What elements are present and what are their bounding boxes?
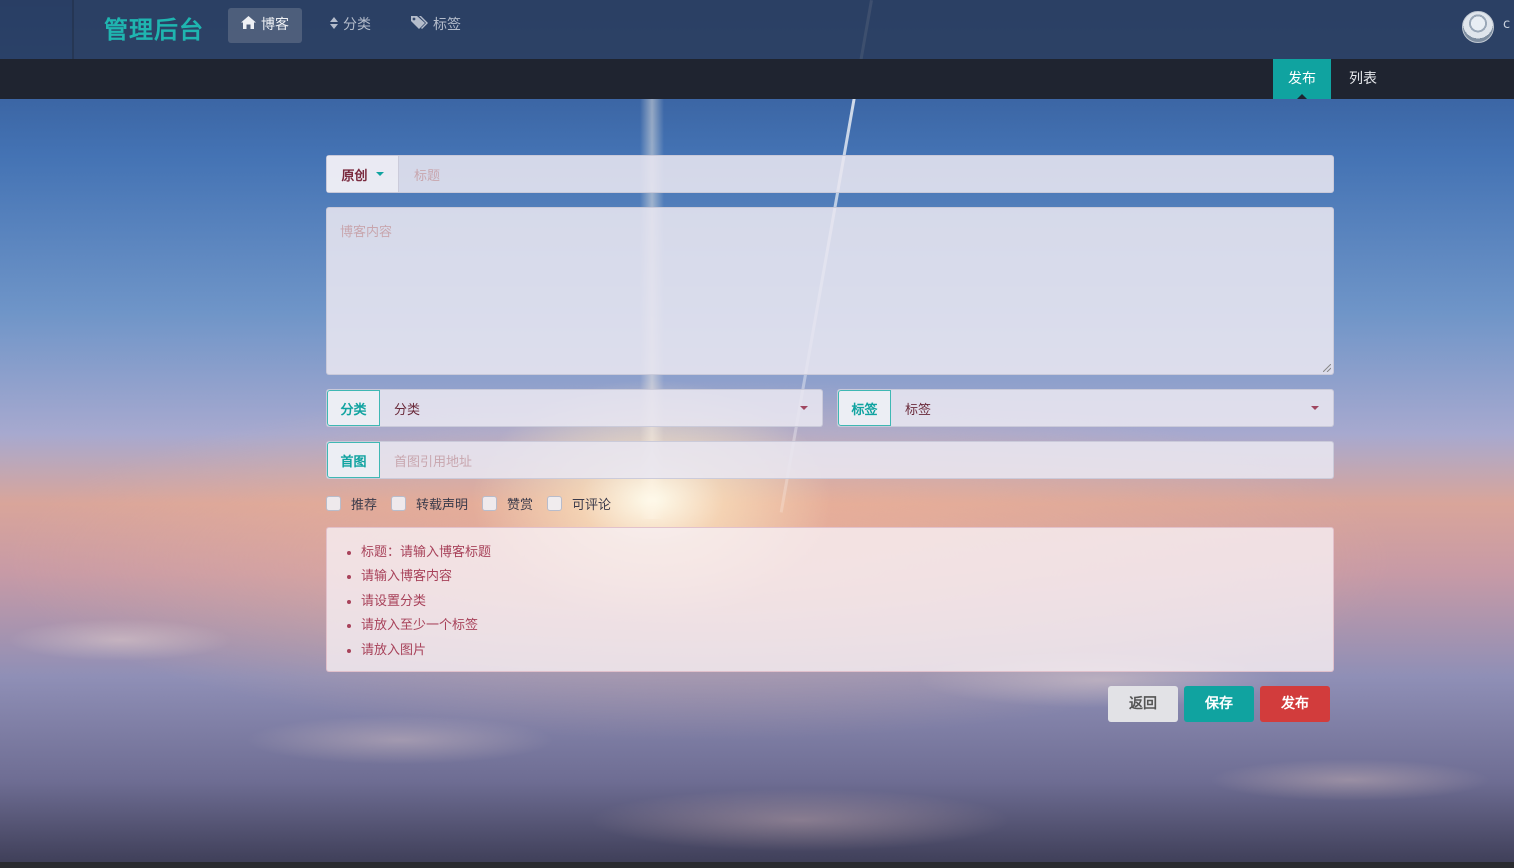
resize-handle-icon[interactable] [1323,364,1331,372]
nav-item-category[interactable]: 分类 [317,8,384,43]
nav-item-tags[interactable]: 标签 [398,8,474,43]
nav-item-label: 标签 [433,17,461,33]
validation-error-box: 标题：请输入博客标题 请输入博客内容 请设置分类 请放入至少一个标签 请放入图片 [326,527,1334,672]
category-select[interactable]: 分类 [394,390,420,426]
content-placeholder: 博客内容 [340,225,393,240]
comment-enabled-label: 可评论 [572,497,612,513]
brand-title: 管理后台 [104,16,204,44]
tab-publish[interactable]: 发布 [1273,59,1331,99]
user-avatar[interactable] [1462,11,1494,43]
save-button[interactable]: 保存 [1184,686,1254,722]
options-checkbox-row: 推荐 转载声明 赞赏 可评论 [326,493,625,513]
recommend-checkbox[interactable] [326,495,341,511]
bottom-edge-bar [0,862,1514,868]
nav-item-label: 博客 [261,17,289,33]
nav-item-blog[interactable]: 博客 [228,8,302,43]
error-item: 请输入博客内容 [361,565,1333,589]
chevron-down-icon [375,172,384,176]
cover-input-group: 首图 首图引用地址 [326,441,1334,479]
cover-label: 首图 [327,442,380,478]
tag-select[interactable]: 标签 [905,390,931,426]
category-label: 分类 [327,390,380,426]
tag-select-group: 标签 标签 [837,389,1334,427]
repost-notice-checkbox[interactable] [391,495,407,511]
chevron-down-icon[interactable] [800,406,808,410]
content-textarea[interactable]: 博客内容 [326,207,1334,375]
recommend-label: 推荐 [351,497,378,513]
title-input-group: 原创 标题 [326,155,1334,193]
nav-item-label: 分类 [343,17,371,33]
error-item: 请放入图片 [361,639,1333,663]
sort-icon [330,8,338,43]
sub-navbar: 发布 列表 [0,59,1514,99]
comment-enabled-checkbox[interactable] [547,495,563,511]
type-dropdown[interactable]: 原创 [327,156,399,192]
home-icon [241,8,256,43]
appreciation-label: 赞赏 [507,497,534,513]
error-list: 标题：请输入博客标题 请输入博客内容 请设置分类 请放入至少一个标签 请放入图片 [327,528,1333,663]
cover-url-input[interactable]: 首图引用地址 [394,442,472,478]
chevron-down-icon[interactable] [1311,406,1319,410]
appreciation-checkbox[interactable] [482,495,498,511]
error-item: 请放入至少一个标签 [361,614,1333,638]
back-button[interactable]: 返回 [1108,686,1178,722]
tab-list[interactable]: 列表 [1334,59,1392,99]
title-input[interactable]: 标题 [414,156,440,192]
tag-label: 标签 [838,390,891,426]
publish-button[interactable]: 发布 [1260,686,1330,722]
error-item: 请设置分类 [361,590,1333,614]
category-select-group: 分类 分类 [326,389,823,427]
type-dropdown-value: 原创 [341,168,368,184]
error-item: 标题：请输入博客标题 [361,541,1333,565]
tags-icon [411,8,428,43]
repost-notice-label: 转载声明 [416,497,469,513]
username-label[interactable]: c [1503,17,1514,32]
